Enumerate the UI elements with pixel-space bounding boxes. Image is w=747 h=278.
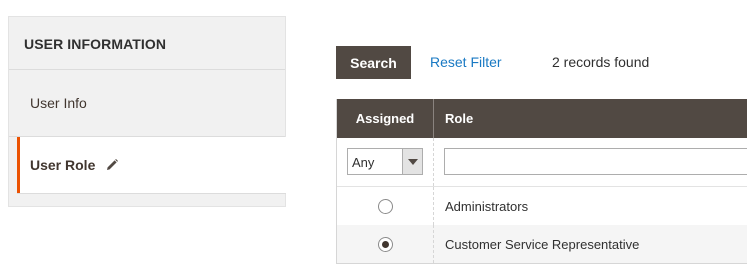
roles-grid: Assigned Role Any Administrators Custome…	[336, 99, 747, 264]
role-radio[interactable]	[377, 236, 393, 252]
role-name: Administrators	[445, 198, 529, 214]
search-button[interactable]: Search	[336, 46, 411, 79]
sidebar-item-label: User Info	[30, 95, 87, 111]
chevron-down-icon[interactable]	[402, 149, 422, 174]
assigned-cell	[337, 225, 434, 263]
sidebar-item-user-role[interactable]: User Role	[17, 137, 286, 194]
select-value: Any	[352, 155, 375, 170]
table-row[interactable]: Administrators	[337, 187, 747, 225]
column-header-role[interactable]: Role	[434, 99, 747, 138]
role-name: Customer Service Representative	[445, 236, 640, 252]
assigned-filter-select[interactable]: Any	[347, 148, 423, 175]
assigned-cell	[337, 187, 434, 225]
pencil-icon	[105, 158, 119, 172]
role-radio[interactable]	[377, 198, 393, 214]
filter-cell-assigned: Any	[337, 138, 434, 186]
filter-row: Any	[337, 138, 747, 187]
reset-filter-link[interactable]: Reset Filter	[430, 54, 502, 70]
records-count: 2 records found	[552, 54, 650, 70]
column-header-assigned[interactable]: Assigned	[337, 99, 434, 138]
panel-title: USER INFORMATION	[9, 17, 285, 70]
grid-header: Assigned Role	[337, 99, 747, 138]
sidebar-item-user-info[interactable]: User Info	[9, 70, 285, 137]
user-information-panel: USER INFORMATION User Info User Role	[8, 16, 286, 207]
role-filter-input[interactable]	[444, 148, 747, 175]
table-row[interactable]: Customer Service Representative	[337, 225, 747, 263]
filter-cell-role	[434, 138, 747, 186]
sidebar-item-label: User Role	[30, 157, 96, 173]
